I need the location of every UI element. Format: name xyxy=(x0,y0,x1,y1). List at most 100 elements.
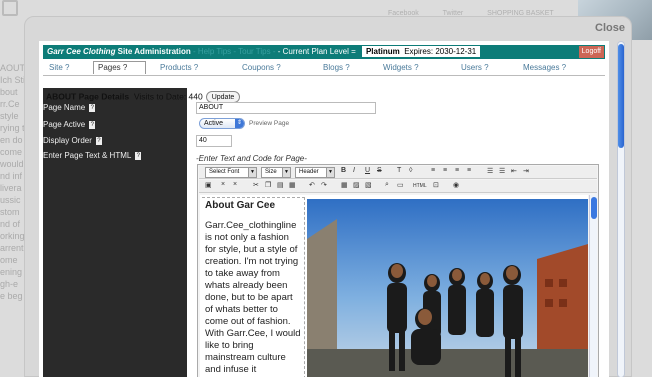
bold-icon[interactable]: B xyxy=(341,167,346,174)
brand-name: Garr Cee Clothing xyxy=(47,47,116,56)
page-name-input[interactable]: ABOUT xyxy=(196,102,376,114)
window-icon xyxy=(2,0,18,16)
redo-icon[interactable]: ↷ xyxy=(321,181,327,189)
align-right-icon[interactable]: ≡ xyxy=(455,167,459,174)
bg-text-line: orking xyxy=(0,231,24,241)
content-body: Garr.Cee_clothingline is not only a fash… xyxy=(205,220,301,375)
bg-text-line: rr.Ce xyxy=(0,99,20,109)
select-arrow-icon: ⇕ xyxy=(235,119,244,128)
text-html-label: Enter Page Text & HTML? xyxy=(43,151,142,160)
preview-page-link[interactable]: Preview Page xyxy=(249,120,289,127)
image-icon[interactable]: ▨ xyxy=(353,181,360,189)
bg-text-line: en do xyxy=(0,135,23,145)
tour-tips-link[interactable]: Tour Tips - xyxy=(236,47,275,56)
html-editor: Select Font ▼ Size ▼ Header ▼ B I U S T ◊ ≡… xyxy=(197,164,599,377)
tab-widgets[interactable]: Widgets ? xyxy=(383,63,419,72)
align-center-icon[interactable]: ≡ xyxy=(443,167,447,174)
content-text-column[interactable]: About Gar Cee Garr.Cee_clothingline is n… xyxy=(202,197,305,377)
bullet-list-icon[interactable]: ☰ xyxy=(487,167,493,175)
superscript-icon[interactable]: × xyxy=(233,181,237,188)
modal-scrollbar[interactable] xyxy=(617,41,625,377)
logoff-button[interactable]: Logoff xyxy=(578,46,604,58)
help-icon[interactable]: ? xyxy=(89,103,96,112)
editor-content-area[interactable]: About Gar Cee Garr.Cee_clothingline is n… xyxy=(200,195,588,377)
help-icon[interactable]: ? xyxy=(95,136,102,145)
content-title: About Gar Cee xyxy=(205,200,276,211)
admin-modal: Close Garr Cee Clothing Site Administrat… xyxy=(24,16,632,377)
tab-users[interactable]: Users ? xyxy=(461,63,489,72)
plan-prefix: - Current Plan Level = xyxy=(275,47,358,56)
enter-text-label: -Enter Text and Code for Page- xyxy=(196,154,307,163)
form-label-column xyxy=(43,88,187,377)
editor-toolbar-1: Select Font ▼ Size ▼ Header ▼ B I U S T ◊ ≡… xyxy=(199,166,597,179)
editor-scrollbar-thumb[interactable] xyxy=(591,197,597,219)
bg-text-line: ussic xyxy=(0,195,21,205)
table-icon[interactable]: ▦ xyxy=(341,181,348,189)
paste-word-icon[interactable]: ▦ xyxy=(289,181,296,189)
tab-site[interactable]: Site ? xyxy=(49,63,69,72)
tab-messages[interactable]: Messages ? xyxy=(523,63,566,72)
outdent-icon[interactable]: ⇤ xyxy=(511,167,517,175)
display-order-label-text: Display Order xyxy=(43,136,92,145)
modal-scrollbar-thumb[interactable] xyxy=(618,44,624,148)
bg-text-line: rying t xyxy=(0,123,24,133)
page-active-value: Active xyxy=(204,120,224,127)
subscript-icon[interactable]: × xyxy=(221,181,225,188)
bg-text-line: bout xyxy=(0,87,18,97)
help-tips-link[interactable]: - Help Tips - xyxy=(191,47,236,56)
save-icon[interactable]: ▣ xyxy=(205,181,212,189)
editor-scrollbar[interactable] xyxy=(589,195,597,377)
fullscreen-icon[interactable]: ⊡ xyxy=(433,181,439,189)
plan-name: Platinum xyxy=(365,47,400,56)
admin-frame: Garr Cee Clothing Site Administration - … xyxy=(39,41,609,377)
text-html-label-text: Enter Page Text & HTML xyxy=(43,151,132,160)
html-source-icon[interactable]: HTML xyxy=(413,183,427,189)
strikethrough-icon[interactable]: S xyxy=(377,167,382,174)
page-active-label-text: Page Active xyxy=(43,120,86,129)
page-active-label: Page Active? xyxy=(43,120,96,129)
media-icon[interactable]: ▧ xyxy=(365,181,372,189)
header-select[interactable]: Header ▼ xyxy=(295,167,335,178)
indent-icon[interactable]: ⇥ xyxy=(523,167,529,175)
preview-icon[interactable]: ▭ xyxy=(397,181,404,189)
copy-icon[interactable]: ❐ xyxy=(265,181,271,189)
tab-coupons[interactable]: Coupons ? xyxy=(242,63,281,72)
italic-icon[interactable]: I xyxy=(353,167,355,174)
numbered-list-icon[interactable]: ☰ xyxy=(499,167,505,175)
help-circle-icon[interactable]: ◉ xyxy=(453,181,459,189)
align-justify-icon[interactable]: ≡ xyxy=(467,167,471,174)
paste-icon[interactable]: ▤ xyxy=(277,181,284,189)
page-active-select[interactable]: Active ⇕ xyxy=(199,118,245,129)
bg-text-line: nd inf xyxy=(0,171,23,181)
text-color-icon[interactable]: T xyxy=(397,167,401,174)
bg-text-line: ome xyxy=(0,255,18,265)
visits-count: Visits to Date: 440 xyxy=(133,91,203,102)
admin-header-bar: Garr Cee Clothing Site Administration - … xyxy=(43,45,605,59)
tab-products[interactable]: Products ? xyxy=(160,63,198,72)
tab-pages[interactable]: Pages ? xyxy=(93,61,147,74)
bg-text-line: gh-e xyxy=(0,279,19,289)
background-left-text: AOUT Ich Sti bout rr.Ce style rying t en… xyxy=(0,62,24,302)
chevron-down-icon: ▼ xyxy=(282,168,290,177)
cut-icon[interactable]: ✂ xyxy=(253,181,259,189)
display-order-input[interactable]: 40 xyxy=(196,135,232,147)
size-select[interactable]: Size ▼ xyxy=(261,167,291,178)
bg-text-line: arrent xyxy=(0,243,24,253)
bg-text-line: livera xyxy=(0,183,22,193)
content-photo[interactable] xyxy=(307,199,588,377)
bg-text-line: e beg xyxy=(0,291,23,301)
page-name-label: Page Name? xyxy=(43,103,96,112)
bg-text-line: ening xyxy=(0,267,23,277)
find-icon[interactable]: ⌕ xyxy=(385,181,389,189)
font-select[interactable]: Select Font ▼ xyxy=(205,167,257,178)
tab-blogs[interactable]: Blogs ? xyxy=(323,63,350,72)
underline-icon[interactable]: U xyxy=(365,167,370,174)
highlight-icon[interactable]: ◊ xyxy=(409,167,412,174)
plan-expires: Expires: 2030-12-31 xyxy=(404,47,477,56)
help-icon[interactable]: ? xyxy=(89,120,96,129)
page-title: ABOUT Page Details xyxy=(46,91,130,102)
help-icon[interactable]: ? xyxy=(135,151,142,160)
undo-icon[interactable]: ↶ xyxy=(309,181,315,189)
align-left-icon[interactable]: ≡ xyxy=(431,167,435,174)
close-button[interactable]: Close xyxy=(595,22,625,34)
